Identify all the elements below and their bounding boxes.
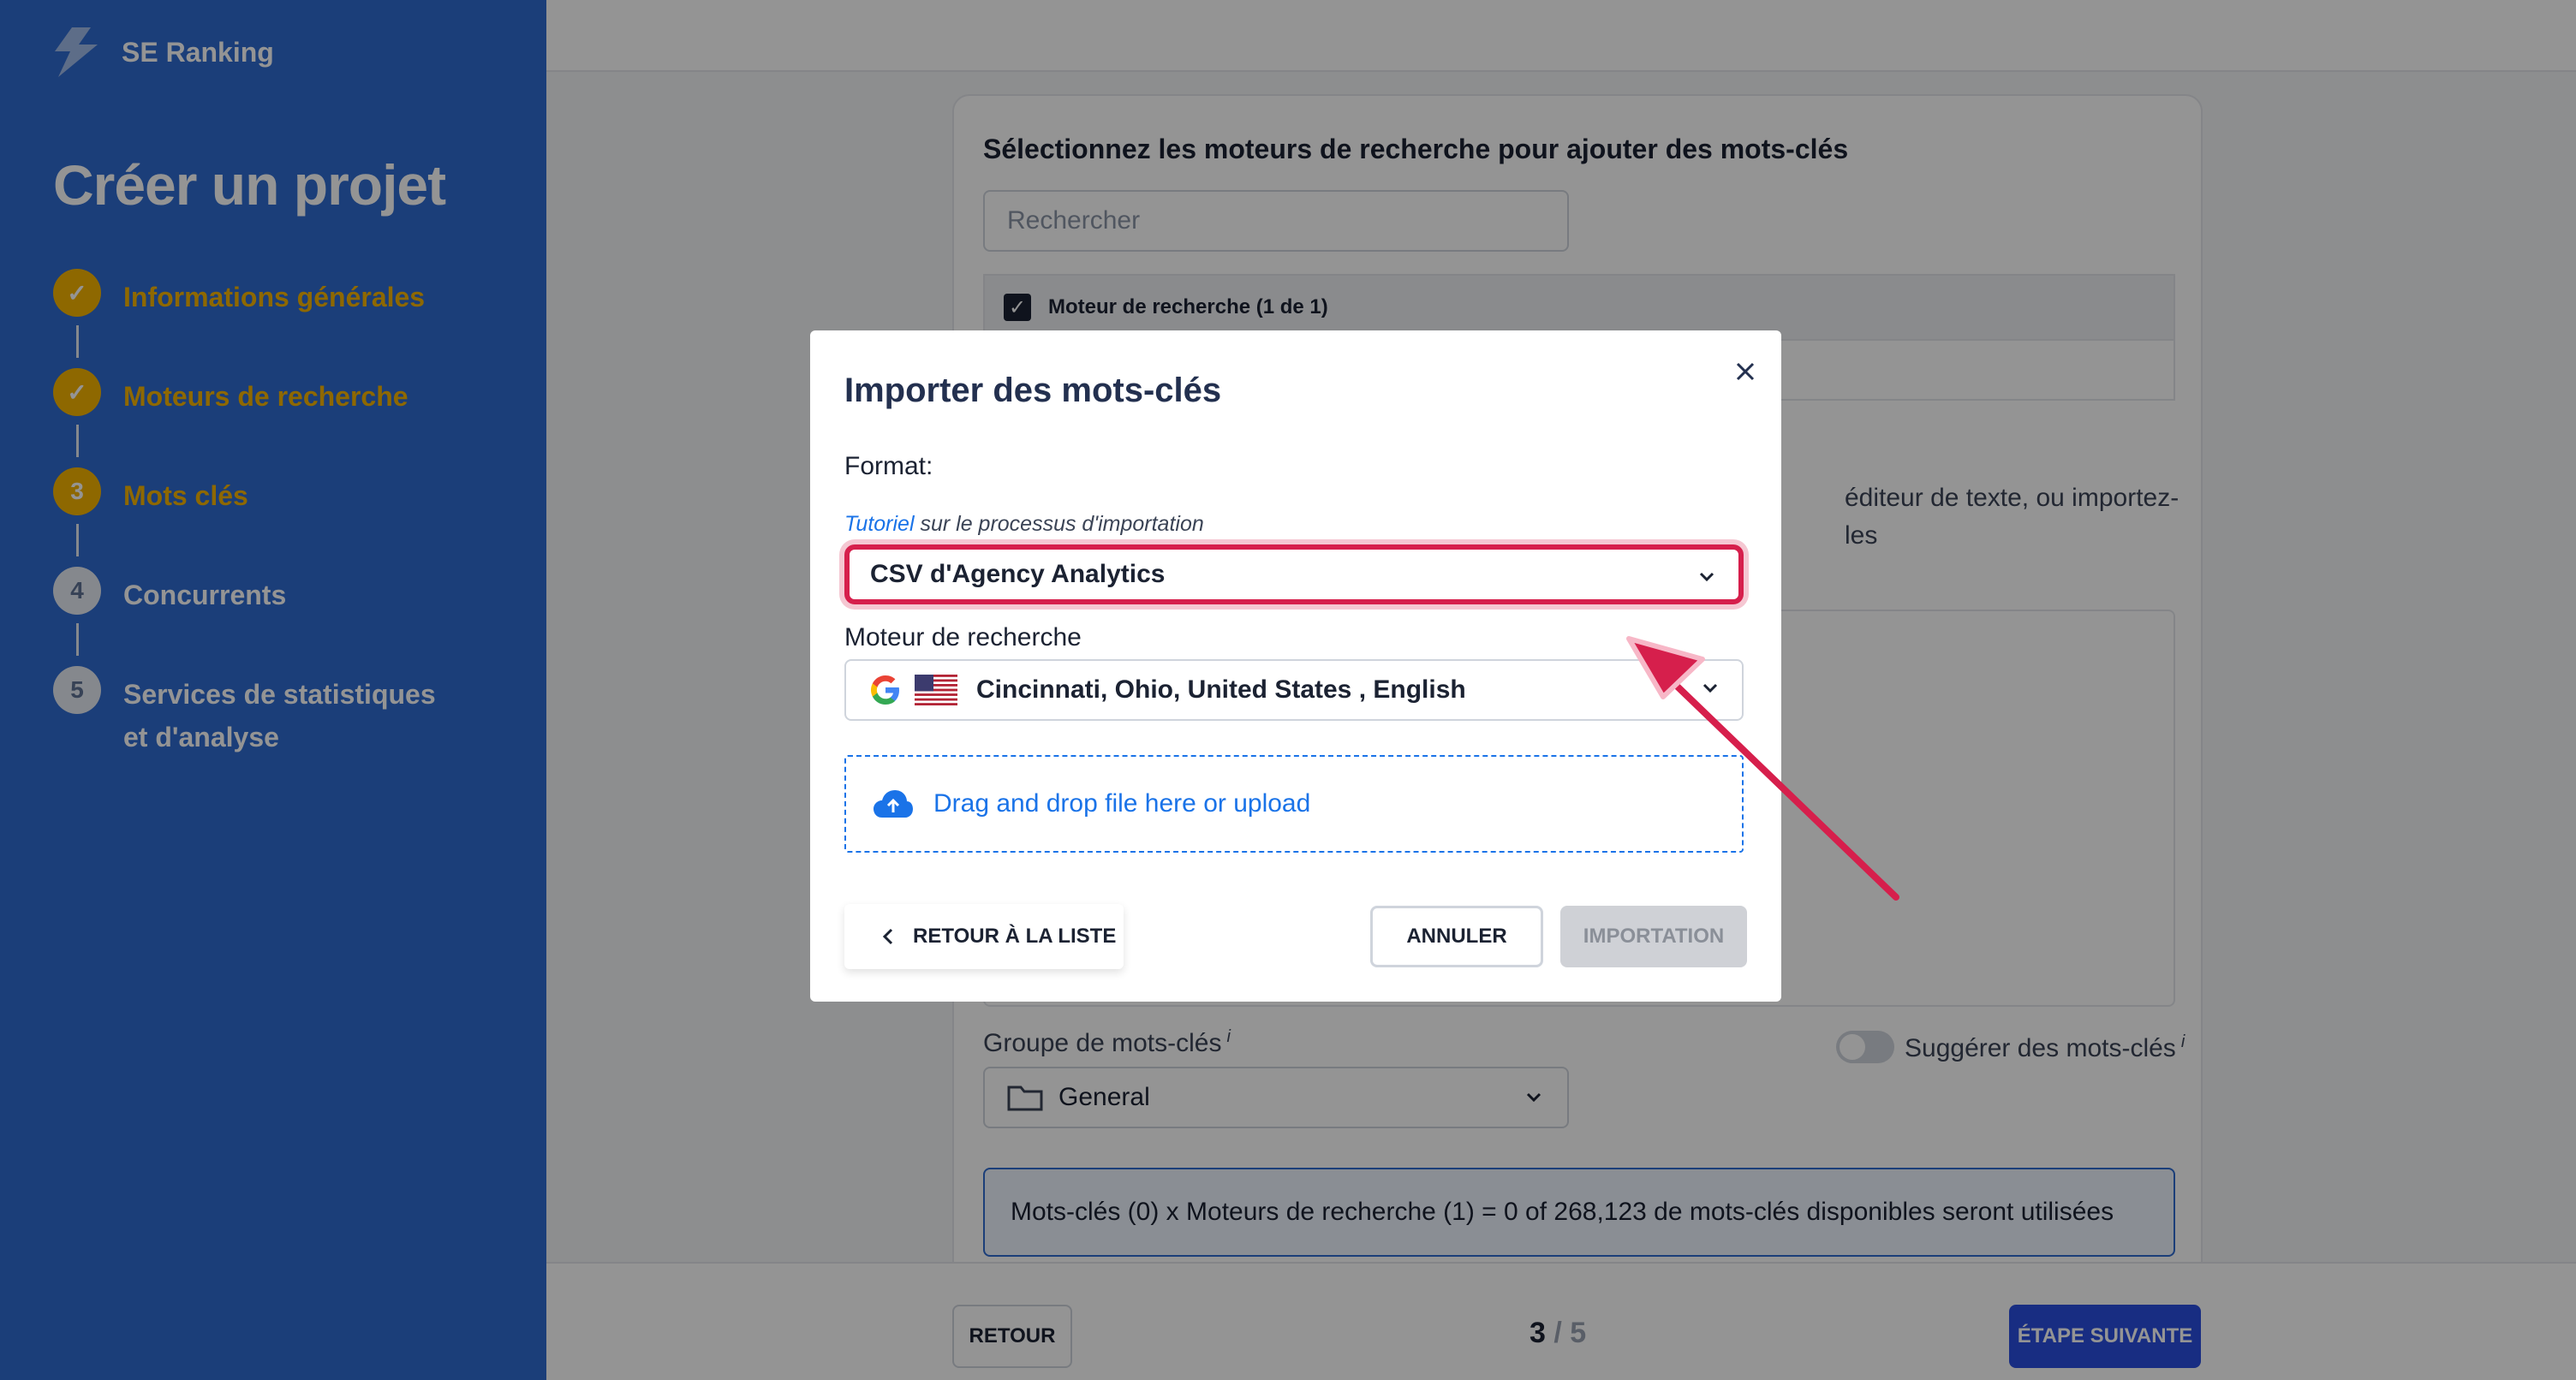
engine-label: Moteur de recherche: [844, 623, 1082, 651]
file-dropzone[interactable]: Drag and drop file here or upload: [844, 755, 1744, 853]
tutorial-text: Tutoriel sur le processus d'importation: [844, 512, 1204, 537]
format-select[interactable]: CSV d'Agency Analytics: [844, 544, 1744, 604]
modal-title: Importer des mots-clés: [844, 372, 1222, 409]
close-icon[interactable]: [1730, 356, 1761, 387]
engine-value: Cincinnati, Ohio, United States , Englis…: [976, 675, 1466, 704]
tutorial-link[interactable]: Tutoriel: [844, 512, 915, 536]
google-icon: [871, 675, 899, 705]
format-value: CSV d'Agency Analytics: [870, 560, 1166, 588]
tutorial-rest: sur le processus d'importation: [914, 512, 1204, 536]
cloud-upload-icon: [874, 790, 913, 818]
dropzone-text[interactable]: Drag and drop file here or upload: [933, 789, 1310, 818]
import-keywords-modal: Importer des mots-clés Format: Tutoriel …: [810, 330, 1781, 1002]
us-flag-icon: [915, 675, 957, 705]
cancel-button[interactable]: ANNULER: [1370, 906, 1543, 967]
back-to-list-label: RETOUR À LA LISTE: [913, 925, 1117, 948]
chevron-down-icon: [1699, 572, 1714, 582]
search-engine-select[interactable]: Cincinnati, Ohio, United States , Englis…: [844, 659, 1744, 721]
format-label: Format:: [844, 452, 933, 480]
import-button[interactable]: IMPORTATION: [1560, 906, 1747, 967]
chevron-down-icon: [1702, 683, 1718, 693]
chevron-left-icon: [882, 928, 893, 945]
back-to-list-button[interactable]: RETOUR À LA LISTE: [844, 904, 1124, 969]
